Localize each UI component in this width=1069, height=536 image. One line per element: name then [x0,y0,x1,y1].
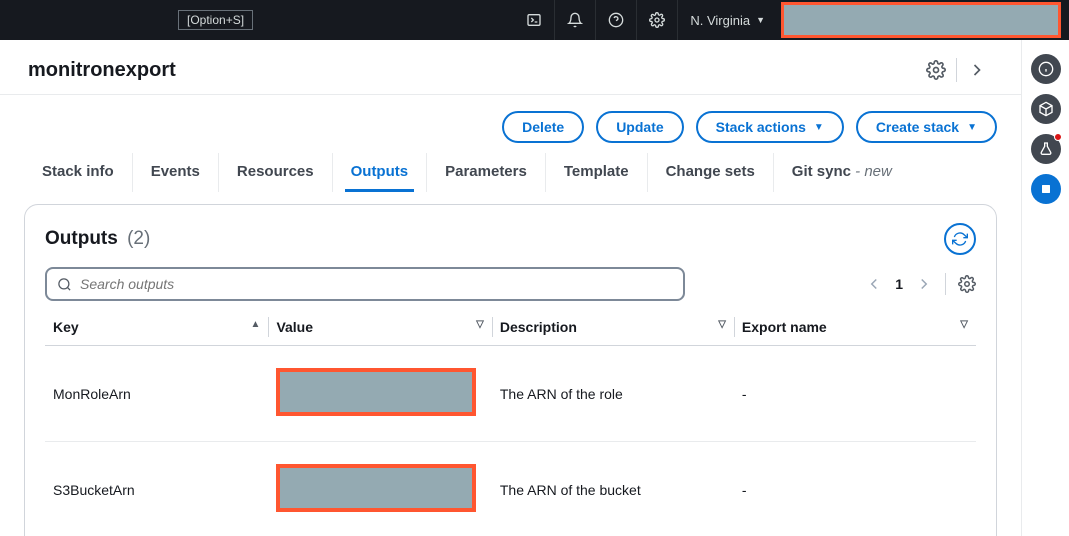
stack-actions-bar: Delete Update Stack actions ▼ Create stac… [0,95,1021,153]
help-icon[interactable] [595,0,636,40]
search-box[interactable] [45,267,685,301]
rail-app-icon[interactable] [1031,174,1061,204]
search-shortcut-hint: [Option+S] [178,10,253,30]
stack-header: monitronexport [0,40,1021,94]
caret-down-icon: ▼ [756,15,765,25]
redaction-box [276,464,476,512]
cell-description: The ARN of the role [492,346,734,442]
cell-key: S3BucketArn [45,442,268,536]
redaction-box [781,2,1061,38]
new-badge: - new [855,163,892,180]
col-description[interactable]: Description ▽ [492,309,734,346]
caret-down-icon: ▼ [967,122,977,133]
outputs-table: Key ▲ Value ▽ Description ▽ Export name ▽ Mo… [45,309,976,536]
col-export-name[interactable]: Export name ▽ [734,309,976,346]
tab-events[interactable]: Events [133,153,219,192]
button-label: Update [616,119,663,135]
panel-header: Outputs (2) [45,223,976,255]
sort-asc-icon: ▲ [251,319,261,330]
filter-icon: ▽ [476,319,484,330]
page-next-icon[interactable] [915,275,933,293]
notifications-icon[interactable] [554,0,595,40]
search-input[interactable] [80,276,673,292]
nav-right: N. Virginia ▼ [514,0,1061,40]
tabs-bar: Stack info Events Resources Outputs Para… [0,153,1021,192]
cell-value [268,346,491,442]
search-row: 1 [45,267,976,301]
cell-value [268,442,491,536]
col-label: Value [276,319,313,335]
stack-actions-button[interactable]: Stack actions ▼ [696,111,844,143]
button-label: Stack actions [716,119,806,135]
create-stack-button[interactable]: Create stack ▼ [856,111,997,143]
chevron-right-icon[interactable] [967,60,987,80]
tab-template[interactable]: Template [546,153,648,192]
table-header-row: Key ▲ Value ▽ Description ▽ Export name ▽ [45,309,976,346]
tab-stack-info[interactable]: Stack info [24,153,133,192]
region-label: N. Virginia [690,13,750,28]
search-icon [57,277,72,292]
refresh-button[interactable] [944,223,976,255]
button-label: Create stack [876,119,959,135]
stack-settings-icon[interactable] [926,60,946,80]
col-label: Key [53,319,79,335]
settings-icon[interactable] [636,0,677,40]
rail-info-icon[interactable] [1031,54,1061,84]
rail-cube-icon[interactable] [1031,94,1061,124]
region-selector[interactable]: N. Virginia ▼ [677,0,777,40]
tab-resources[interactable]: Resources [219,153,333,192]
cloudshell-icon[interactable] [514,0,554,40]
table-row: S3BucketArn The ARN of the bucket - [45,442,976,536]
count-text: (2) [127,228,150,249]
redaction-box [276,368,476,416]
tab-parameters[interactable]: Parameters [427,153,546,192]
global-nav: [Option+S] N. Virginia ▼ [0,0,1069,40]
page-number: 1 [895,276,903,292]
col-value[interactable]: Value ▽ [268,309,491,346]
tab-outputs[interactable]: Outputs [333,153,428,192]
outputs-panel: Outputs (2) 1 Key [24,204,997,536]
divider [945,273,946,295]
nav-left: [Option+S] [8,10,514,30]
table-settings-icon[interactable] [958,275,976,293]
account-redacted [777,0,1061,40]
button-label: Delete [522,119,564,135]
col-key[interactable]: Key ▲ [45,309,268,346]
pagination: 1 [865,273,976,295]
tab-label: Git sync [792,163,851,180]
filter-icon: ▽ [960,319,968,330]
cell-description: The ARN of the bucket [492,442,734,536]
filter-icon: ▽ [718,319,726,330]
notification-dot [1054,133,1062,141]
tab-git-sync[interactable]: Git sync - new [774,153,910,192]
col-label: Description [500,319,577,335]
caret-down-icon: ▼ [814,122,824,133]
page-prev-icon[interactable] [865,275,883,293]
title-text: Outputs [45,228,118,249]
stack-name: monitronexport [28,59,916,82]
col-label: Export name [742,319,827,335]
rail-beaker-icon[interactable] [1031,134,1061,164]
panel-title: Outputs (2) [45,228,150,250]
right-rail [1021,40,1069,536]
cell-export-name: - [734,346,976,442]
divider [956,58,957,82]
update-button[interactable]: Update [596,111,683,143]
content-area: monitronexport Delete Update Stack actio… [0,40,1021,536]
table-row: MonRoleArn The ARN of the role - [45,346,976,442]
delete-button[interactable]: Delete [502,111,584,143]
cell-export-name: - [734,442,976,536]
cell-key: MonRoleArn [45,346,268,442]
tab-change-sets[interactable]: Change sets [648,153,774,192]
